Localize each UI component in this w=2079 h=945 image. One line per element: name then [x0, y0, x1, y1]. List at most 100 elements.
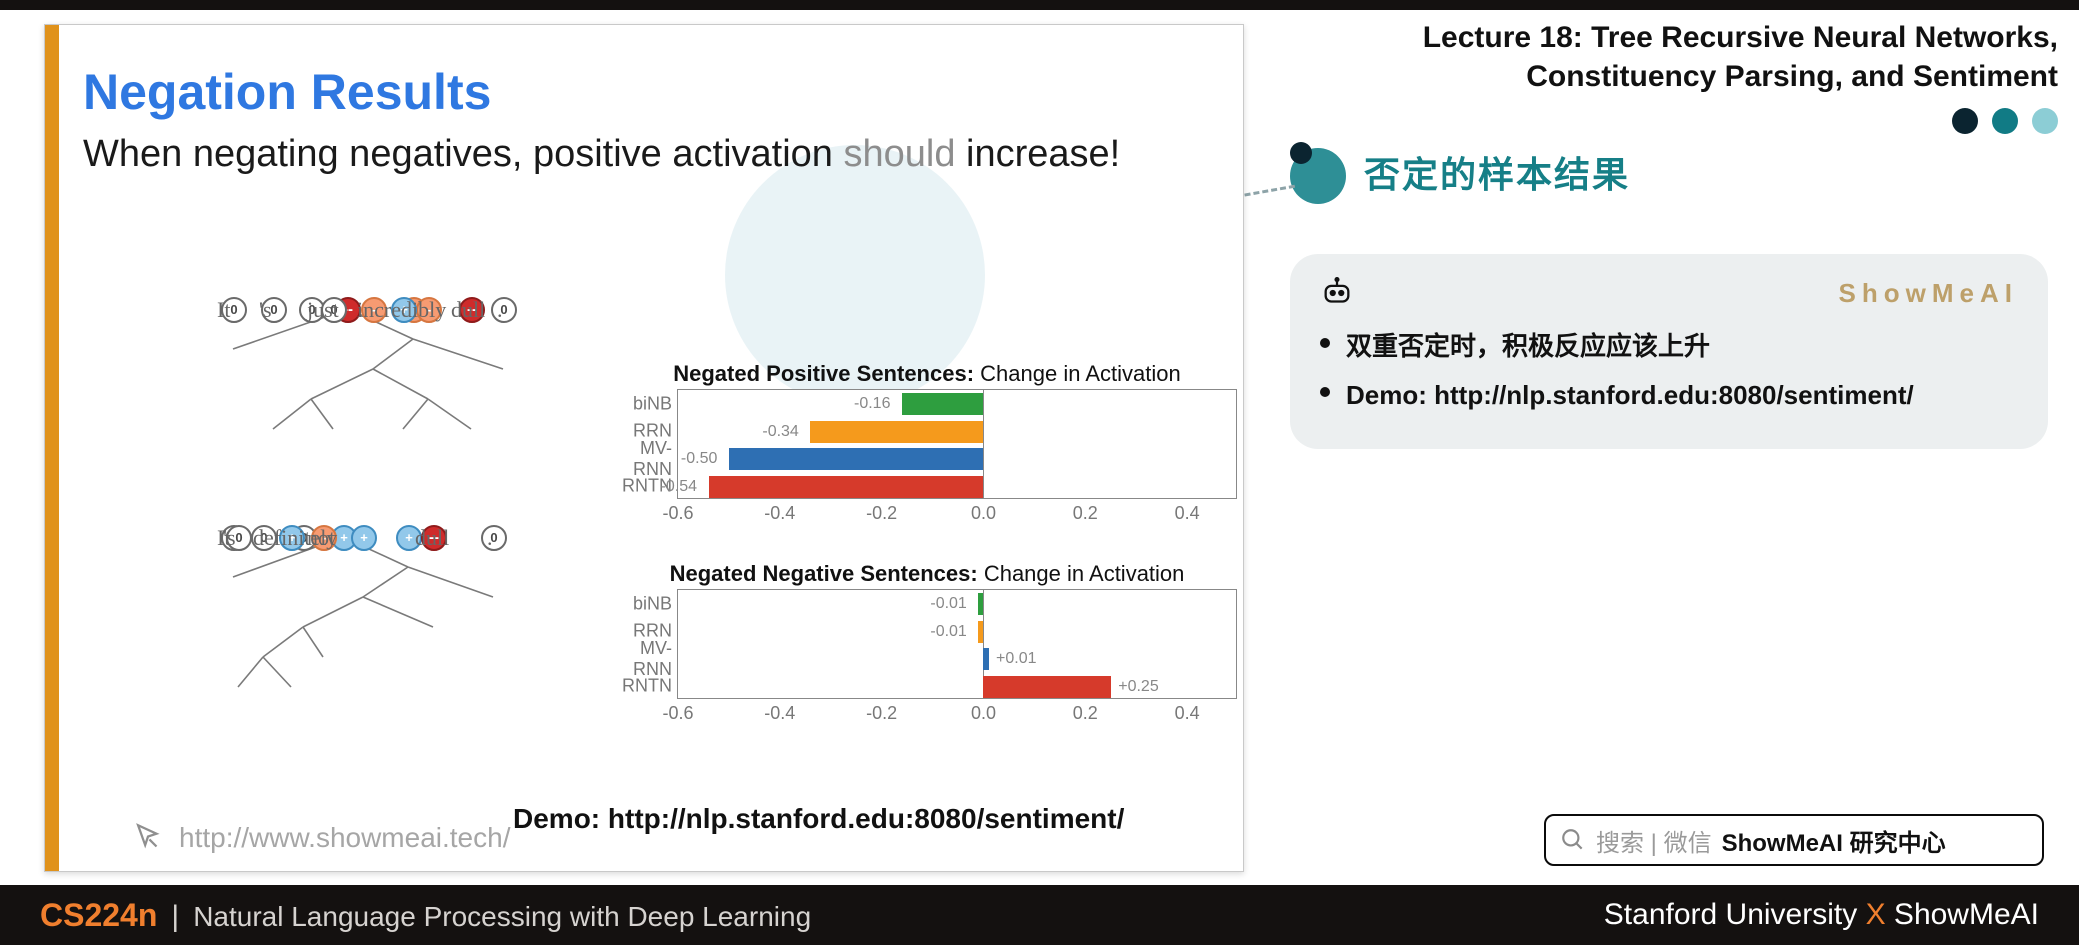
slide-footer: http://www.showmeai.tech/ — [131, 821, 510, 855]
subheading-row: 否定的样本结果 — [1290, 142, 2058, 202]
chart-y-label: biNB — [616, 393, 672, 414]
tree-leaf: just — [307, 297, 339, 323]
chart-bar: -0.16 — [902, 393, 983, 415]
chart-y-label: MV-RNN — [616, 438, 672, 480]
chart-tick: 0.4 — [1175, 703, 1200, 724]
divider: | — [171, 900, 179, 934]
chart-tick: 0.0 — [971, 503, 996, 524]
chart-negated-positive: Negated Positive Sentences: Change in Ac… — [617, 361, 1237, 551]
search-chip-bold: ShowMeAI 研究中心 — [1722, 823, 1946, 858]
search-chip[interactable]: 搜索 | 微信 ShowMeAI 研究中心 — [1544, 814, 2044, 866]
parse-tree-2: + 0 + + 0 0 -- 0 - 0 + It 's definitely … — [203, 525, 603, 735]
footer-right-x: X — [1866, 898, 1886, 931]
slide-accent — [45, 25, 59, 871]
cursor-icon — [131, 821, 165, 855]
chart-tick: 0.2 — [1073, 703, 1098, 724]
chart-tick: 0.0 — [971, 703, 996, 724]
list-item-text: 双重否定时，积极反应应该上升 — [1346, 322, 1710, 371]
chart-bar-value: +0.01 — [996, 650, 1036, 668]
chart-title-bold: Negated Positive Sentences: — [673, 361, 974, 386]
annotation-list: 双重否定时，积极反应应该上升 Demo: http://nlp.stanford… — [1320, 322, 2018, 421]
top-rule — [0, 0, 2079, 10]
slide-body: Negation Results When negating negatives… — [83, 25, 1223, 871]
chart-title-rest: Change in Activation — [974, 361, 1181, 386]
chart-bar: -0.50 — [729, 448, 984, 470]
list-item: 双重否定时，积极反应应该上升 — [1320, 322, 2018, 371]
tree-leaf: dull — [451, 297, 485, 323]
annotation-card: ShowMeAI 双重否定时，积极反应应该上升 Demo: http://nlp… — [1290, 254, 2048, 449]
chart-title-bold: Negated Negative Sentences: — [670, 561, 978, 586]
chart-bar: -0.34 — [810, 421, 983, 443]
chart-y-label: MV-RNN — [616, 638, 672, 680]
right-column: Lecture 18: Tree Recursive Neural Networ… — [1290, 18, 2058, 449]
charts-area: Negated Positive Sentences: Change in Ac… — [617, 361, 1237, 751]
chart-bar-value: +0.25 — [1118, 678, 1158, 696]
list-item: Demo: http://nlp.stanford.edu:8080/senti… — [1320, 371, 2018, 420]
tree-node: + — [351, 525, 377, 551]
slide-title: Negation Results — [83, 63, 1223, 121]
demo-link-text: Demo: http://nlp.stanford.edu:8080/senti… — [513, 803, 1124, 835]
dot-icon — [1952, 108, 1978, 134]
lecture-title: Lecture 18: Tree Recursive Neural Networ… — [1290, 18, 2058, 96]
tree-leaf: . — [487, 525, 493, 551]
bottom-right: Stanford University X ShowMeAI — [1604, 898, 2039, 932]
tree-leaf: incredibly — [357, 297, 446, 323]
chart-bar: +0.25 — [983, 676, 1110, 698]
slide-text-pre: When negating negatives, positive activa… — [83, 133, 843, 175]
tree-node: 0 — [481, 525, 507, 551]
tree-node: 0 — [491, 297, 517, 323]
course-code: CS224n — [40, 897, 157, 934]
chart-title: Negated Positive Sentences: Change in Ac… — [617, 361, 1237, 387]
dot-icon — [2032, 108, 2058, 134]
slide-card: Negation Results When negating negatives… — [44, 24, 1244, 872]
chart-tick: -0.2 — [866, 703, 897, 724]
chart-bar: -0.01 — [978, 621, 983, 643]
bottom-left: CS224n | Natural Language Processing wit… — [40, 897, 811, 934]
chart-y-label: RNTN — [616, 676, 672, 697]
chart-tick: 0.2 — [1073, 503, 1098, 524]
parse-trees: -- 0 - - 0 0 - 0 0 + -- It 's just incre… — [203, 297, 603, 767]
orb-icon — [1290, 142, 1350, 202]
page-root: Lecture 18: Tree Recursive Neural Networ… — [0, 0, 2079, 945]
footer-right-post: ShowMeAI — [1886, 898, 2039, 931]
brand-label: ShowMeAI — [1839, 278, 2018, 309]
search-chip-grey: 搜索 | 微信 — [1596, 823, 1712, 858]
chart-bar-value: -0.34 — [762, 423, 798, 441]
chart-bar-value: -0.01 — [930, 623, 966, 641]
tree-leaf: . — [497, 297, 503, 323]
footer-url: http://www.showmeai.tech/ — [179, 822, 510, 854]
chart-tick: -0.4 — [764, 503, 795, 524]
slide-text-post: increase! — [955, 133, 1120, 175]
chart-bar-value: -0.50 — [681, 450, 717, 468]
robot-icon — [1320, 276, 1354, 310]
bottom-bar: CS224n | Natural Language Processing wit… — [0, 885, 2079, 945]
tree-leaf: It — [217, 297, 230, 323]
chart-title-rest: Change in Activation — [978, 561, 1185, 586]
chart-bar-value: -0.16 — [854, 395, 890, 413]
slide-text: When negating negatives, positive activa… — [83, 131, 1223, 179]
chart-negated-negative: Negated Negative Sentences: Change in Ac… — [617, 561, 1237, 751]
tree-leaf: 's — [259, 297, 272, 323]
chart-tick: -0.6 — [662, 503, 693, 524]
parse-tree-1: -- 0 - - 0 0 - 0 0 + -- It 's just incre… — [203, 297, 603, 507]
course-title: Natural Language Processing with Deep Le… — [193, 901, 811, 933]
chart-bar: -0.54 — [709, 476, 984, 498]
chart-bar: -0.01 — [978, 593, 983, 615]
tree-leaf: 's — [223, 525, 236, 551]
chart-tick: -0.6 — [662, 703, 693, 724]
chart-bar: +0.01 — [983, 648, 988, 670]
chart-bar-value: -0.01 — [930, 595, 966, 613]
chart-plot: -0.6-0.4-0.20.00.20.4biNB-0.16RRN-0.34MV… — [677, 389, 1237, 499]
slide-text-grey: should — [843, 133, 955, 175]
chart-bar-value: -0.54 — [661, 478, 697, 496]
dot-icon — [1992, 108, 2018, 134]
chart-tick: 0.4 — [1175, 503, 1200, 524]
tree-leaf: not — [307, 525, 335, 551]
tree-edges — [203, 525, 603, 715]
chart-plot: -0.6-0.4-0.20.00.20.4biNB-0.01RRN-0.01MV… — [677, 589, 1237, 699]
decorative-dots — [1290, 108, 2058, 134]
tree-leaf: dull — [415, 525, 449, 551]
footer-right-pre: Stanford University — [1604, 898, 1866, 931]
list-item-text: Demo: http://nlp.stanford.edu:8080/senti… — [1346, 371, 1914, 420]
chart-tick: -0.4 — [764, 703, 795, 724]
